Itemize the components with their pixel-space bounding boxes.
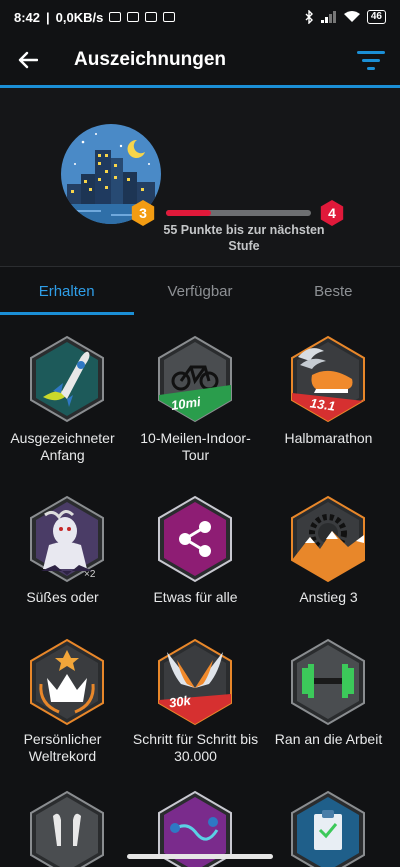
- rocket-icon: [30, 335, 104, 423]
- badge-label: Ran an die Arbeit: [274, 731, 383, 747]
- tab-bar: Erhalten Verfügbar Beste: [0, 267, 400, 315]
- badge-label: Ausgezeichneter Anfang: [10, 430, 115, 463]
- status-right: 46: [304, 10, 386, 24]
- wifi-icon: [343, 11, 360, 22]
- level-progress-text: 55 Punkte bis zur nächsten Stufe: [163, 223, 325, 253]
- gesture-navigation-bar[interactable]: [127, 854, 273, 859]
- crown-icon: [30, 638, 104, 726]
- badge-multiplier: ×2: [84, 569, 96, 580]
- message-icon: [127, 12, 140, 22]
- app-bar: Auszeichnungen: [0, 34, 400, 86]
- clipboard-check-icon: [291, 790, 365, 867]
- badge-ausgezeichneter-anfang[interactable]: [29, 335, 105, 423]
- signal-icon: [320, 11, 336, 23]
- earbuds-icon: [30, 790, 104, 867]
- back-button[interactable]: [0, 34, 56, 86]
- tab-beste[interactable]: Beste: [267, 267, 400, 315]
- badge-label: Süßes oder: [26, 589, 99, 605]
- badge-clipboard[interactable]: [290, 790, 366, 867]
- app-notification-icon: [163, 12, 176, 22]
- tab-indicator: [0, 312, 134, 315]
- bluetooth-icon: [305, 10, 313, 24]
- battery-indicator: 46: [366, 10, 386, 24]
- filter-icon: [357, 51, 385, 70]
- gmail-icon: [145, 12, 158, 22]
- badge-halbmarathon[interactable]: 13.1: [290, 335, 366, 423]
- badge-etwas-fuer-alle[interactable]: [157, 495, 233, 583]
- page-title: Auszeichnungen: [74, 49, 227, 70]
- level-progress-bar: [166, 210, 311, 216]
- badge-label: 10-Meilen-Indoor-Tour: [140, 430, 251, 463]
- badge-label: Halbmarathon: [284, 430, 373, 446]
- dumbbell-icon: [291, 638, 365, 726]
- badge-label: Etwas für alle: [153, 589, 238, 605]
- badge-schritt-fuer-schritt[interactable]: 30k: [157, 638, 233, 726]
- level-progress-fill: [166, 210, 211, 216]
- badge-label: Anstieg 3: [299, 589, 358, 605]
- badge-persoenlicher-weltrekord[interactable]: [29, 638, 105, 726]
- arrow-left-icon: [18, 51, 38, 69]
- badge-anstieg-3[interactable]: [290, 495, 366, 583]
- status-bar: 8:42 | 0,0KB/s 46: [0, 0, 400, 34]
- winged-steps-icon: [158, 638, 232, 726]
- status-speed: 0,0KB/s: [55, 9, 104, 25]
- badge-label: Persönlicher Weltrekord: [23, 731, 102, 764]
- badge-10-meilen-indoor-tour[interactable]: 10mi: [157, 335, 233, 423]
- badge-ran-an-die-arbeit[interactable]: [290, 638, 366, 726]
- status-time: 8:42: [14, 9, 41, 25]
- badge-label: Schritt für Schritt bis 30.000: [132, 731, 259, 764]
- status-separator: |: [46, 9, 50, 25]
- status-left: 8:42 | 0,0KB/s: [14, 9, 176, 25]
- level-panel: 3 4 55 Punkte bis zur nächsten Stufe: [0, 88, 400, 266]
- tab-verfuegbar[interactable]: Verfügbar: [133, 267, 266, 315]
- mountain-gear-icon: [291, 495, 365, 583]
- tab-erhalten[interactable]: Erhalten: [0, 267, 133, 315]
- indoor-bike-icon: [158, 335, 232, 423]
- share-icon: [158, 495, 232, 583]
- filter-button[interactable]: [354, 44, 388, 76]
- badge-ribbon-text: 30k: [168, 692, 192, 711]
- badge-earbuds[interactable]: [29, 790, 105, 867]
- chat-icon: [109, 12, 122, 22]
